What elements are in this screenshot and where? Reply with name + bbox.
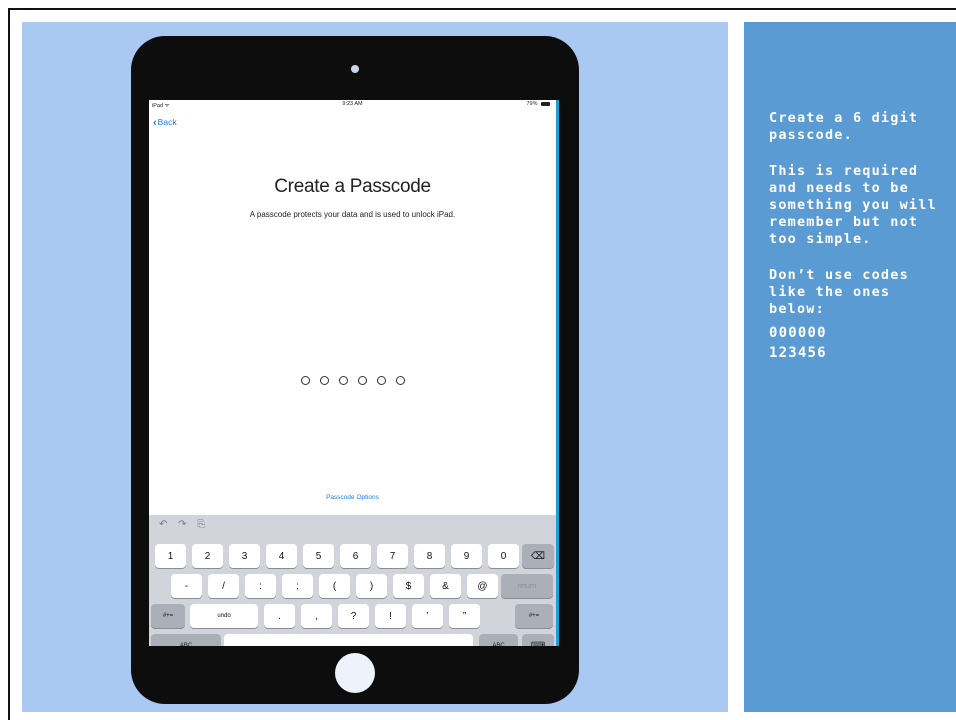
key-symbol[interactable]: ’ <box>412 604 443 628</box>
instruction-2: This is required and needs to be somethi… <box>769 163 937 247</box>
key-symbol[interactable]: #+= <box>515 604 553 628</box>
space-bar[interactable] <box>224 634 473 646</box>
screen-edge <box>556 100 559 646</box>
key-symbol[interactable]: ( <box>319 574 350 598</box>
home-button[interactable] <box>335 653 375 693</box>
key-0[interactable]: 0 <box>488 544 519 568</box>
battery-icon <box>541 101 550 106</box>
keyboard-hide-icon[interactable]: ⌨ <box>522 634 554 646</box>
instructions-text: Create a 6 digit passcode. This is requi… <box>769 110 949 363</box>
key-8[interactable]: 8 <box>414 544 445 568</box>
passcode-dot <box>357 376 367 385</box>
key-symbol[interactable]: ) <box>356 574 387 598</box>
instructions-panel: Create a 6 digit passcode. This is requi… <box>744 22 956 712</box>
passcode-dot <box>376 376 386 385</box>
key-5[interactable]: 5 <box>303 544 334 568</box>
passcode-dot <box>319 376 329 385</box>
key-7[interactable]: 7 <box>377 544 408 568</box>
camera-icon <box>351 65 359 73</box>
back-label: Back <box>157 117 177 127</box>
key-symbol[interactable]: / <box>208 574 239 598</box>
key-symbol[interactable]: . <box>264 604 295 628</box>
key-symbol[interactable]: ? <box>338 604 369 628</box>
example-code: 000000 <box>769 325 827 341</box>
passcode-dot <box>395 376 405 385</box>
passcode-dots[interactable] <box>149 372 556 390</box>
key-return[interactable]: return <box>501 574 553 598</box>
keyboard-row-numbers: 1 2 3 4 5 6 7 8 9 0 ⌫ <box>149 544 556 568</box>
key-abc[interactable]: ABC <box>151 634 221 646</box>
key-4[interactable]: 4 <box>266 544 297 568</box>
page-title: Create a Passcode <box>274 176 431 197</box>
ipad-screen: iPad ᯤ 9:23 AM 79% ‹Back Create a Passco… <box>149 100 559 646</box>
instruction-1: Create a 6 digit passcode. <box>769 110 919 143</box>
key-1[interactable]: 1 <box>155 544 186 568</box>
ipad-device: iPad ᯤ 9:23 AM 79% ‹Back Create a Passco… <box>131 36 579 704</box>
keyboard-row-punctuation: #+= undo.,?!’” #+= <box>149 604 556 628</box>
redo-icon[interactable]: ↷ <box>178 519 186 530</box>
page-subtitle: A passcode protects your data and is use… <box>249 210 456 219</box>
undo-icon[interactable]: ↶ <box>159 519 167 530</box>
keyboard: ↶ ↷ ⎘ 1 2 3 4 5 6 7 8 9 0 ⌫ - /:;() $ & @ return #+= und… <box>149 515 556 646</box>
status-time: 9:23 AM <box>342 101 363 107</box>
passcode-dot <box>300 376 310 385</box>
keyboard-row-bottom: ABC ABC ⌨ <box>149 634 556 646</box>
example-codes: 000000 123456 <box>769 323 949 363</box>
chevron-left-icon: ‹ <box>153 117 157 129</box>
key-symbol[interactable]: : <box>245 574 276 598</box>
key-symbol[interactable]: - <box>171 574 202 598</box>
key-symbol[interactable]: #+= <box>151 604 185 628</box>
delete-key-icon[interactable]: ⌫ <box>522 544 554 568</box>
example-code: 123456 <box>769 345 827 361</box>
keyboard-toolbar: ↶ ↷ ⎘ <box>159 519 213 530</box>
passcode-options-link[interactable]: Passcode Options <box>149 494 556 501</box>
key-symbol[interactable]: ; <box>282 574 313 598</box>
key-symbol[interactable]: @ <box>467 574 498 598</box>
key-symbol[interactable]: ” <box>449 604 480 628</box>
key-symbol[interactable]: $ <box>393 574 424 598</box>
status-bar: iPad ᯤ 9:23 AM 79% <box>149 100 556 110</box>
paste-icon[interactable]: ⎘ <box>197 519 205 530</box>
battery-indicator: 79% <box>526 101 550 107</box>
key-symbol[interactable]: ! <box>375 604 406 628</box>
passcode-dot <box>338 376 348 385</box>
key-undo[interactable]: undo <box>190 604 258 628</box>
keyboard-row-symbols: - /:;() $ & @ return <box>149 574 556 598</box>
key-symbol[interactable]: , <box>301 604 332 628</box>
key-6[interactable]: 6 <box>340 544 371 568</box>
battery-percent: 79% <box>526 101 538 107</box>
key-9[interactable]: 9 <box>451 544 482 568</box>
back-button[interactable]: ‹Back <box>153 117 177 129</box>
key-symbol[interactable]: & <box>430 574 461 598</box>
key-3[interactable]: 3 <box>229 544 260 568</box>
key-2[interactable]: 2 <box>192 544 223 568</box>
instruction-3: Don’t use codes like the ones below: <box>769 267 909 317</box>
key-abc[interactable]: ABC <box>479 634 518 646</box>
